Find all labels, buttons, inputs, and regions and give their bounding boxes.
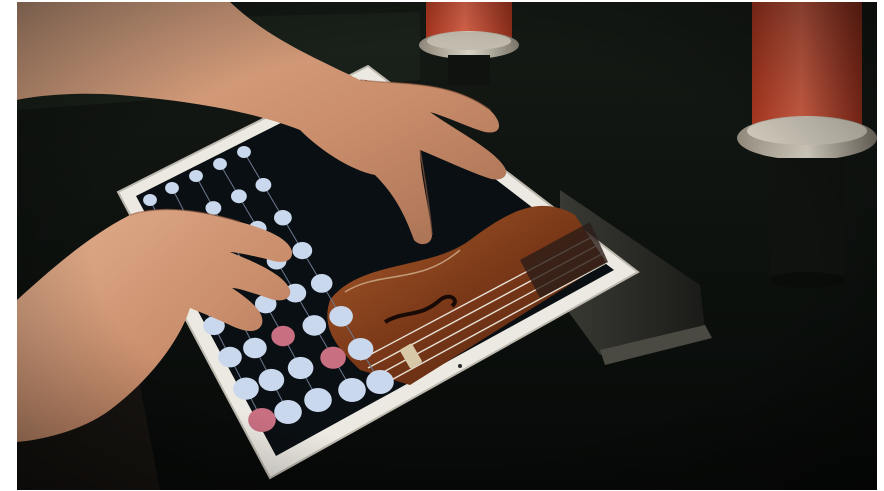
photo (0, 0, 884, 491)
photo-frame (0, 0, 884, 491)
